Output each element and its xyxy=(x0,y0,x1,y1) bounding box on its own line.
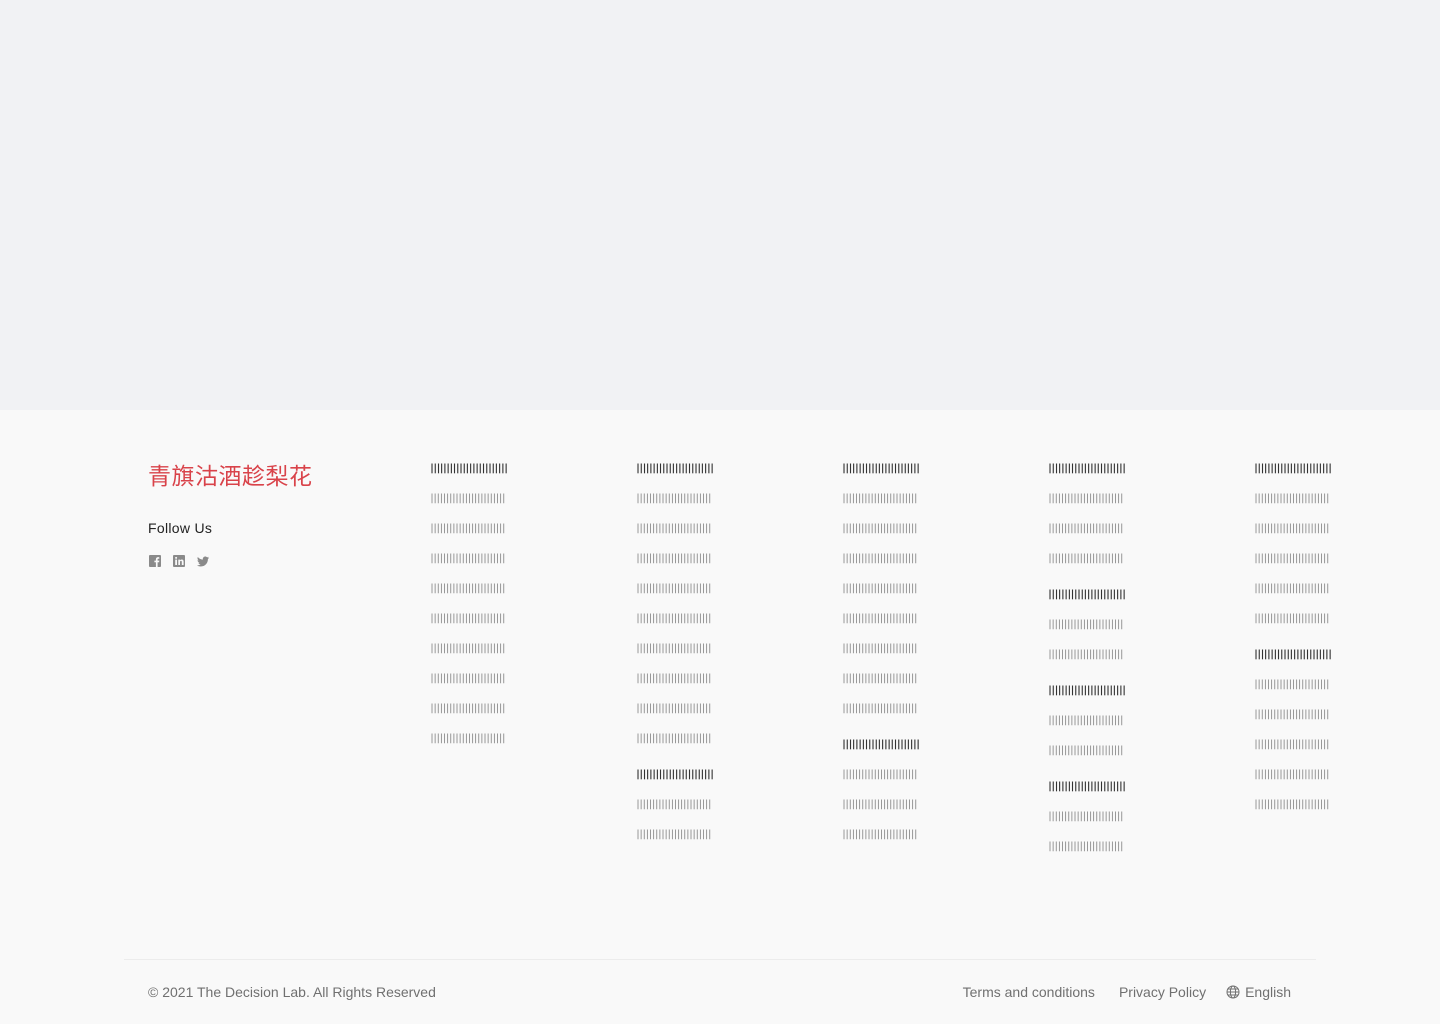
footer-column: |||||||||||||||||||||||| ||||||||||||||||… xyxy=(841,463,951,859)
footer-link[interactable]: |||||||||||||||||||||||| xyxy=(841,523,951,535)
footer-link-group: |||||||||||||||||||||||| ||||||||||||||||… xyxy=(635,769,745,841)
footer-link-group: |||||||||||||||||||||||| ||||||||||||||||… xyxy=(429,463,539,745)
copyright-text: © 2021 The Decision Lab. All Rights Rese… xyxy=(148,984,436,1000)
footer-link-group: |||||||||||||||||||||||| ||||||||||||||||… xyxy=(1047,781,1157,853)
footer-column: |||||||||||||||||||||||| ||||||||||||||||… xyxy=(429,463,539,763)
footer-group-title: |||||||||||||||||||||||| xyxy=(841,463,921,474)
footer-link[interactable]: |||||||||||||||||||||||| xyxy=(635,799,745,811)
language-selector[interactable]: English xyxy=(1226,984,1291,1000)
follow-us-label: Follow Us xyxy=(148,520,213,536)
footer-group-title: |||||||||||||||||||||||| xyxy=(1047,685,1127,696)
footer-link-group: |||||||||||||||||||||||| ||||||||||||||||… xyxy=(1047,463,1157,565)
hero-placeholder xyxy=(0,0,1440,410)
footer-link[interactable]: |||||||||||||||||||||||| xyxy=(429,493,539,505)
footer-link-group: |||||||||||||||||||||||| ||||||||||||||||… xyxy=(1253,463,1363,625)
linkedin-icon[interactable] xyxy=(172,554,186,568)
footer-link-group: |||||||||||||||||||||||| ||||||||||||||||… xyxy=(841,463,951,715)
footer-link[interactable]: |||||||||||||||||||||||| xyxy=(429,673,539,685)
footer-link[interactable]: |||||||||||||||||||||||| xyxy=(635,553,745,565)
footer-link[interactable]: |||||||||||||||||||||||| xyxy=(1253,613,1363,625)
footer-link[interactable]: |||||||||||||||||||||||| xyxy=(1253,709,1363,721)
footer-link[interactable]: |||||||||||||||||||||||| xyxy=(635,829,745,841)
footer-group-title: |||||||||||||||||||||||| xyxy=(1253,649,1333,660)
footer-link[interactable]: |||||||||||||||||||||||| xyxy=(841,643,951,655)
footer-group-title: |||||||||||||||||||||||| xyxy=(429,463,509,474)
footer-link[interactable]: |||||||||||||||||||||||| xyxy=(1253,769,1363,781)
footer-link[interactable]: |||||||||||||||||||||||| xyxy=(429,703,539,715)
footer-group-title: |||||||||||||||||||||||| xyxy=(635,463,715,474)
footer-column: |||||||||||||||||||||||| ||||||||||||||||… xyxy=(1047,463,1157,871)
footer-link[interactable]: |||||||||||||||||||||||| xyxy=(1253,739,1363,751)
footer-group-title: |||||||||||||||||||||||| xyxy=(635,769,715,780)
footer-link[interactable]: |||||||||||||||||||||||| xyxy=(429,523,539,535)
globe-icon xyxy=(1226,985,1240,999)
footer-link[interactable]: |||||||||||||||||||||||| xyxy=(841,493,951,505)
twitter-icon[interactable] xyxy=(196,554,210,568)
footer-link[interactable]: |||||||||||||||||||||||| xyxy=(1047,841,1157,853)
footer-group-title: |||||||||||||||||||||||| xyxy=(1253,463,1333,474)
footer-group-title: |||||||||||||||||||||||| xyxy=(841,739,921,750)
footer-link[interactable]: |||||||||||||||||||||||| xyxy=(635,613,745,625)
footer-link[interactable]: |||||||||||||||||||||||| xyxy=(1047,493,1157,505)
footer-link[interactable]: |||||||||||||||||||||||| xyxy=(429,553,539,565)
footer-group-title: |||||||||||||||||||||||| xyxy=(1047,463,1127,474)
footer-link[interactable]: |||||||||||||||||||||||| xyxy=(635,703,745,715)
footer-column: |||||||||||||||||||||||| ||||||||||||||||… xyxy=(635,463,745,859)
footer-link[interactable]: |||||||||||||||||||||||| xyxy=(1047,619,1157,631)
language-label: English xyxy=(1245,984,1291,1000)
footer-link-group: |||||||||||||||||||||||| ||||||||||||||||… xyxy=(635,463,745,745)
footer-link[interactable]: |||||||||||||||||||||||| xyxy=(1253,583,1363,595)
footer-link[interactable]: |||||||||||||||||||||||| xyxy=(1047,649,1157,661)
footer-link[interactable]: |||||||||||||||||||||||| xyxy=(841,769,951,781)
footer-link[interactable]: |||||||||||||||||||||||| xyxy=(635,493,745,505)
footer-link[interactable]: |||||||||||||||||||||||| xyxy=(429,643,539,655)
footer-link[interactable]: |||||||||||||||||||||||| xyxy=(1253,553,1363,565)
footer-link[interactable]: |||||||||||||||||||||||| xyxy=(1047,523,1157,535)
footer-link[interactable]: |||||||||||||||||||||||| xyxy=(1253,493,1363,505)
footer-link[interactable]: |||||||||||||||||||||||| xyxy=(841,613,951,625)
footer-link[interactable]: |||||||||||||||||||||||| xyxy=(429,583,539,595)
footer-link-group: |||||||||||||||||||||||| ||||||||||||||||… xyxy=(841,739,951,841)
footer-link[interactable]: |||||||||||||||||||||||| xyxy=(841,829,951,841)
footer-link[interactable]: |||||||||||||||||||||||| xyxy=(1047,811,1157,823)
social-links xyxy=(148,554,210,568)
footer-link[interactable]: |||||||||||||||||||||||| xyxy=(635,673,745,685)
footer-link[interactable]: |||||||||||||||||||||||| xyxy=(1253,799,1363,811)
footer-link[interactable]: |||||||||||||||||||||||| xyxy=(429,613,539,625)
footer-link-group: |||||||||||||||||||||||| ||||||||||||||||… xyxy=(1253,649,1363,811)
site-footer: 青旗沽酒趁梨花 Follow Us ||||||||||||||||||||||… xyxy=(0,410,1440,1024)
footer-link-group: |||||||||||||||||||||||| ||||||||||||||||… xyxy=(1047,589,1157,661)
footer-group-title: |||||||||||||||||||||||| xyxy=(1047,781,1127,792)
footer-link[interactable]: |||||||||||||||||||||||| xyxy=(1047,745,1157,757)
footer-divider xyxy=(124,959,1316,960)
footer-link[interactable]: |||||||||||||||||||||||| xyxy=(635,523,745,535)
footer-link[interactable]: |||||||||||||||||||||||| xyxy=(1253,523,1363,535)
facebook-icon[interactable] xyxy=(148,554,162,568)
footer-link[interactable]: |||||||||||||||||||||||| xyxy=(1253,679,1363,691)
footer-link[interactable]: |||||||||||||||||||||||| xyxy=(635,643,745,655)
legal-links: Terms and conditions Privacy Policy Engl… xyxy=(963,984,1291,1000)
footer-link-group: |||||||||||||||||||||||| ||||||||||||||||… xyxy=(1047,685,1157,757)
privacy-link[interactable]: Privacy Policy xyxy=(1119,984,1206,1000)
footer-link[interactable]: |||||||||||||||||||||||| xyxy=(841,583,951,595)
footer-link[interactable]: |||||||||||||||||||||||| xyxy=(635,733,745,745)
footer-link[interactable]: |||||||||||||||||||||||| xyxy=(635,583,745,595)
footer-group-title: |||||||||||||||||||||||| xyxy=(1047,589,1127,600)
footer-column: |||||||||||||||||||||||| ||||||||||||||||… xyxy=(1253,463,1363,829)
footer-link[interactable]: |||||||||||||||||||||||| xyxy=(1047,553,1157,565)
brand-logo[interactable]: 青旗沽酒趁梨花 xyxy=(148,457,313,491)
terms-link[interactable]: Terms and conditions xyxy=(963,984,1095,1000)
footer-link[interactable]: |||||||||||||||||||||||| xyxy=(429,733,539,745)
footer-link[interactable]: |||||||||||||||||||||||| xyxy=(841,553,951,565)
footer-link[interactable]: |||||||||||||||||||||||| xyxy=(841,673,951,685)
footer-link[interactable]: |||||||||||||||||||||||| xyxy=(841,703,951,715)
footer-link[interactable]: |||||||||||||||||||||||| xyxy=(841,799,951,811)
footer-link[interactable]: |||||||||||||||||||||||| xyxy=(1047,715,1157,727)
